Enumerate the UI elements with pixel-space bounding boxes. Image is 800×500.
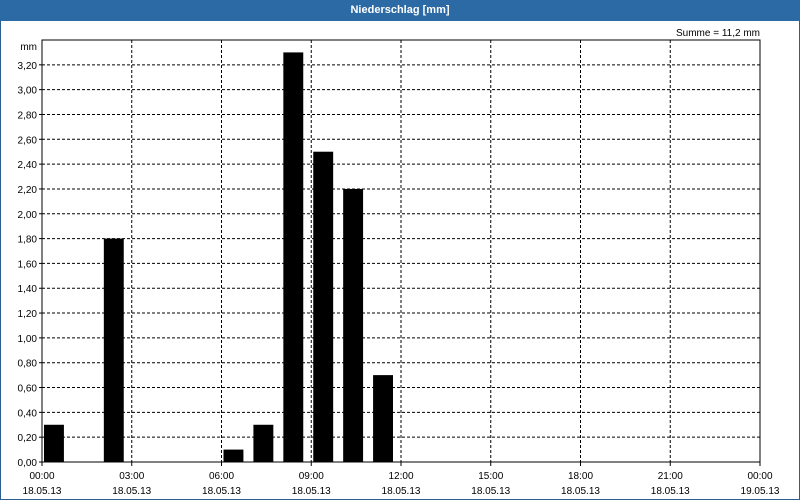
y-tick-label: 0,20 [18, 433, 38, 444]
bar [223, 449, 244, 462]
y-tick-label: 0,00 [18, 458, 38, 469]
x-tick-date-label: 18.05.13 [382, 486, 421, 497]
y-tick-label: 2,00 [18, 210, 38, 221]
x-tick-time-label: 12:00 [388, 471, 413, 482]
x-tick-time-label: 21:00 [658, 471, 683, 482]
x-tick-time-label: 09:00 [299, 471, 324, 482]
y-tick-label: 0,40 [18, 408, 38, 419]
y-tick-label: 2,60 [18, 135, 38, 146]
bar [343, 188, 364, 463]
x-tick-date-label: 18.05.13 [651, 486, 690, 497]
grid-lines [42, 40, 760, 462]
y-tick-label: 2,20 [18, 185, 38, 196]
x-tick-date-label: 18.05.13 [561, 486, 600, 497]
y-axis-label: mm [20, 42, 37, 53]
y-tick-label: 1,80 [18, 235, 38, 246]
y-tick-label: 1,40 [18, 284, 38, 295]
y-tick-label: 1,00 [18, 334, 38, 345]
x-tick-time-label: 00:00 [29, 471, 54, 482]
y-axis-ticks: 0,00 0,20 0,40 0,60 0,80 1,00 1,20 1,40 1,60 1,80… [18, 61, 42, 469]
bar-series [44, 52, 393, 463]
x-tick-date-label: 19.05.13 [741, 486, 780, 497]
y-tick-label: 2,80 [18, 110, 38, 121]
bar [44, 424, 64, 462]
bar [313, 151, 334, 463]
x-tick-date-label: 18.05.13 [23, 486, 62, 497]
bar [373, 375, 393, 462]
x-tick-date-label: 18.05.13 [202, 486, 241, 497]
x-tick-date-label: 18.05.13 [292, 486, 331, 497]
x-tick-time-label: 03:00 [119, 471, 144, 482]
sum-annotation: Summe = 11,2 mm [676, 28, 760, 39]
y-tick-label: 0,80 [18, 359, 38, 370]
x-tick-time-label: 06:00 [209, 471, 234, 482]
y-tick-label: 3,20 [18, 61, 38, 72]
x-tick-date-label: 18.05.13 [112, 486, 151, 497]
y-tick-label: 1,20 [18, 309, 38, 320]
y-tick-label: 3,00 [18, 86, 38, 97]
y-tick-label: 0,60 [18, 384, 38, 395]
bar [283, 52, 304, 462]
bar [103, 238, 124, 462]
x-tick-time-label: 00:00 [747, 471, 772, 482]
y-tick-label: 2,40 [18, 160, 38, 171]
x-tick-time-label: 18:00 [568, 471, 593, 482]
precipitation-chart: 0,00 0,20 0,40 0,60 0,80 1,00 1,20 1,40 1,60 1,80… [18, 28, 780, 497]
bar [253, 424, 274, 462]
y-tick-label: 1,60 [18, 259, 38, 270]
x-tick-date-label: 18.05.13 [471, 486, 510, 497]
x-axis-ticks: 00:00 18.05.13 03:00 18.05.13 06:00 18.05.13 0… [23, 462, 780, 497]
x-tick-time-label: 15:00 [478, 471, 503, 482]
